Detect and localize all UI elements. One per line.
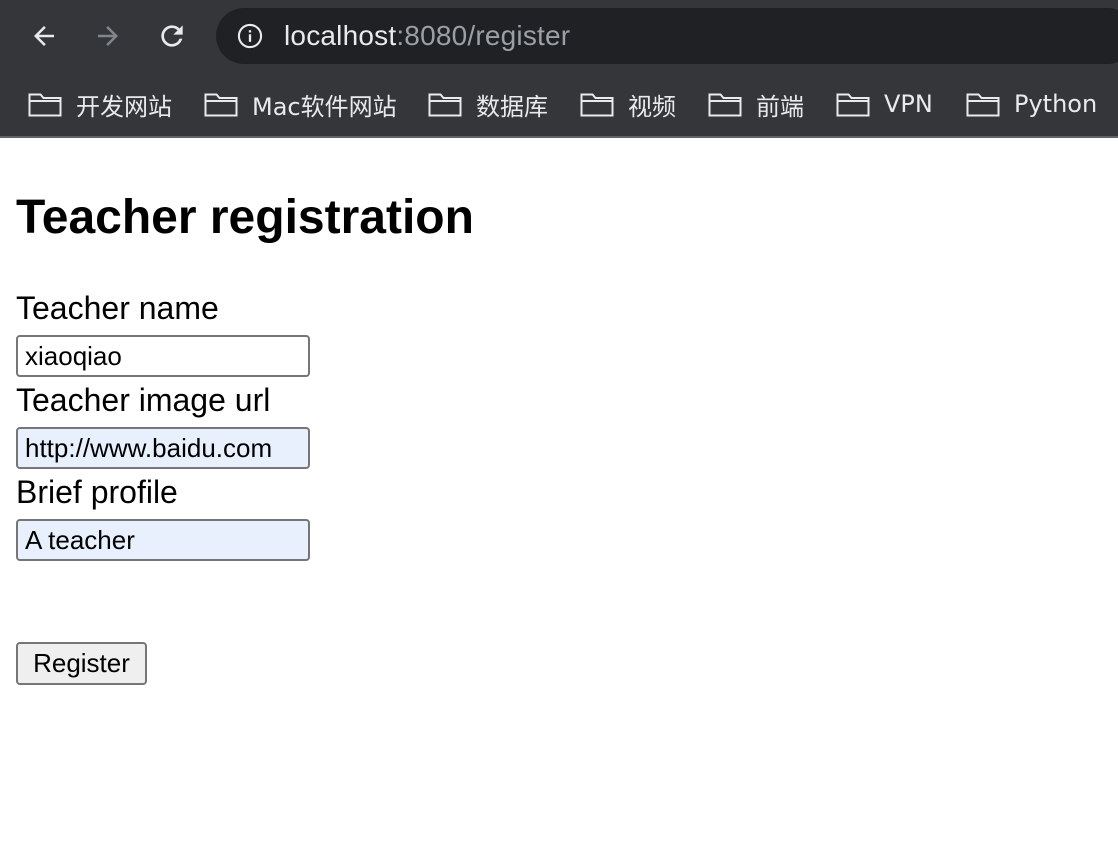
folder-icon [836, 93, 870, 117]
bookmark-folder[interactable]: 开发网站 [28, 86, 172, 122]
info-icon[interactable] [236, 22, 264, 50]
folder-icon [966, 93, 1000, 117]
page-title: Teacher registration [16, 191, 474, 244]
browser-toolbar: localhost:8080/register [0, 0, 1118, 72]
url-path: :8080/register [396, 20, 571, 51]
bookmark-folder[interactable]: 视频 [580, 86, 676, 122]
bookmark-label: 视频 [628, 92, 676, 121]
bookmark-label: VPN [884, 90, 933, 118]
bookmark-label: 前端 [756, 92, 804, 121]
bookmark-folder[interactable]: 数据库 [428, 86, 548, 122]
teacher-image-url-input[interactable] [16, 427, 310, 469]
bookmark-label: 开发网站 [76, 92, 172, 121]
folder-icon [708, 93, 742, 117]
bookmarks-bar: 开发网站 Mac软件网站 数据库 视频 前端 VPN Python [0, 78, 1118, 130]
teacher-name-input[interactable] [16, 335, 310, 377]
bookmark-label: Mac软件网站 [252, 92, 397, 121]
folder-icon [428, 93, 462, 117]
teacher-name-label: Teacher name [16, 290, 219, 326]
forward-button[interactable] [90, 18, 126, 54]
bookmark-folder[interactable]: VPN [836, 86, 933, 122]
browser-chrome: localhost:8080/register 开发网站 Mac软件网站 数据库… [0, 0, 1118, 138]
bookmark-label: Python [1014, 90, 1098, 118]
folder-icon [580, 93, 614, 117]
teacher-image-url-label: Teacher image url [16, 382, 271, 418]
brief-profile-label: Brief profile [16, 474, 178, 510]
address-bar[interactable]: localhost:8080/register [216, 8, 1118, 64]
bookmark-label: 数据库 [476, 92, 548, 121]
chrome-divider [0, 136, 1118, 138]
bookmark-folder[interactable]: 前端 [708, 86, 804, 122]
back-button[interactable] [26, 18, 62, 54]
arrow-right-icon [98, 26, 118, 46]
folder-icon [204, 93, 238, 117]
bookmark-folder[interactable]: Python [966, 86, 1097, 122]
register-button[interactable]: Register [16, 642, 147, 685]
url-host: localhost [284, 20, 397, 51]
reload-icon [161, 25, 183, 47]
brief-profile-input[interactable] [16, 519, 310, 561]
bookmark-folder[interactable]: Mac软件网站 [204, 86, 397, 122]
arrow-left-icon [34, 26, 54, 46]
folder-icon [28, 93, 62, 117]
reload-button[interactable] [154, 18, 190, 54]
url-text[interactable]: localhost:8080/register [284, 21, 570, 51]
